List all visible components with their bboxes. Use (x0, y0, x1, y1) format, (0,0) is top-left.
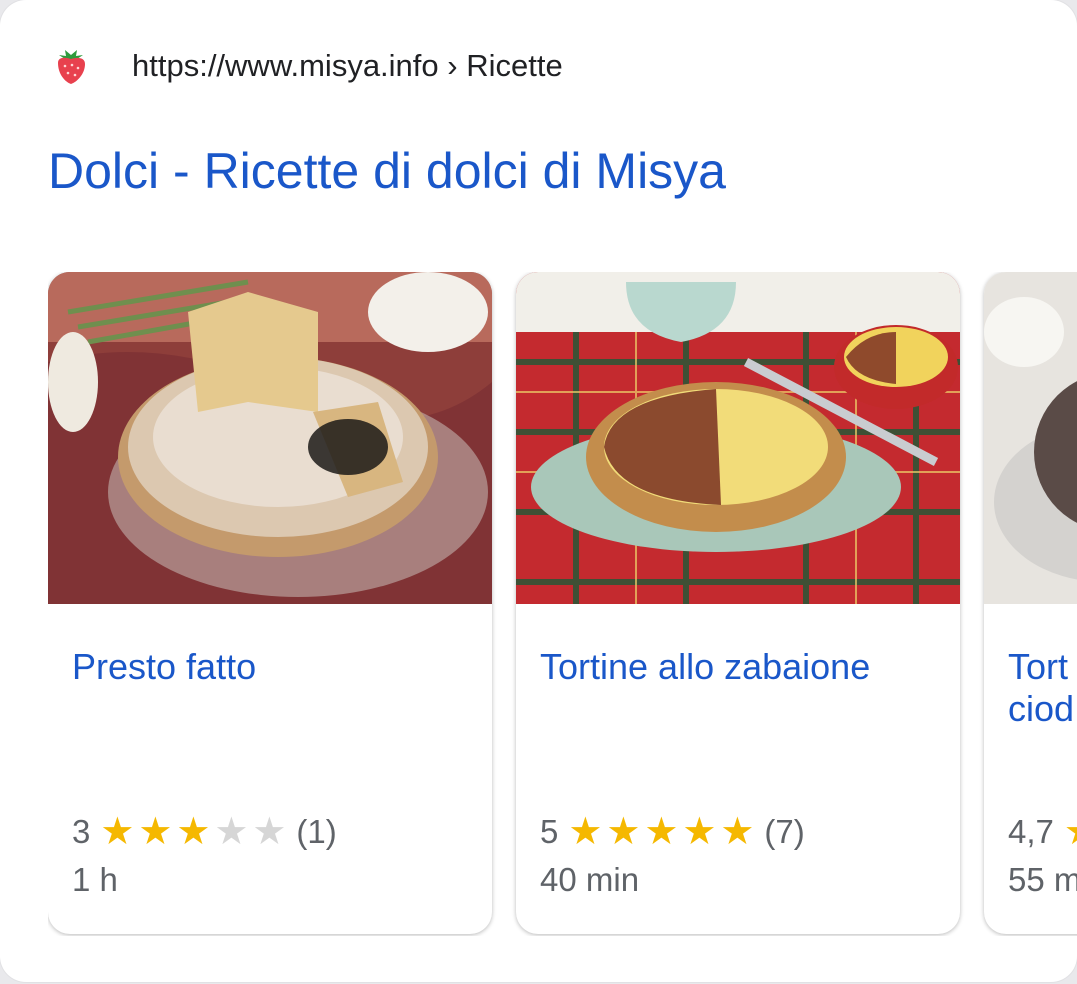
recipe-name[interactable]: Tort ciod (1008, 646, 1077, 730)
search-result-card: https://www.misya.info › Ricette Dolci -… (0, 0, 1077, 982)
star-icon: ★ (176, 811, 211, 853)
rating-value: 4,7 (1008, 813, 1054, 850)
star-icon: ★ (682, 811, 717, 853)
star-rating: ★ ★ ★ ★ ★ (98, 812, 288, 852)
star-rating: ★ ★ ★ ★ ★ (566, 812, 756, 852)
star-icon: ★ (1062, 812, 1077, 852)
review-count: (1) (296, 813, 337, 850)
star-icon: ★ (644, 811, 679, 853)
strawberry-icon (58, 50, 85, 84)
rating-value: 3 (72, 813, 91, 850)
result-title-link[interactable]: Dolci - Ricette di dolci di Misya (48, 142, 726, 200)
zabaione-tart-photo (516, 272, 960, 604)
recipe-name[interactable]: Tortine allo zabaione (540, 646, 940, 688)
rating-value: 5 (540, 813, 559, 850)
star-empty-icon: ★ (252, 811, 287, 853)
result-source[interactable]: https://www.misya.info › Ricette (52, 44, 563, 88)
recipe-rating: 5 ★ ★ ★ ★ ★ (7) (540, 812, 805, 852)
star-rating: ★ (1062, 812, 1077, 852)
recipe-name[interactable]: Presto fatto (72, 646, 472, 688)
star-icon: ★ (606, 811, 641, 853)
star-icon: ★ (720, 811, 755, 853)
recipe-card[interactable]: Tortciod 4,7 ★ 55 m (984, 272, 1077, 934)
recipe-card[interactable]: Presto fatto 3 ★ ★ ★ ★ ★ (1) 1 h (48, 272, 492, 934)
star-icon: ★ (100, 811, 135, 853)
recipe-carousel[interactable]: Presto fatto 3 ★ ★ ★ ★ ★ (1) 1 h Tortine… (48, 272, 1077, 936)
review-count: (7) (764, 813, 805, 850)
cook-time: 40 min (540, 861, 640, 898)
star-icon: ★ (568, 811, 603, 853)
recipe-card[interactable]: Tortine allo zabaione 5 ★ ★ ★ ★ ★ (7) 40… (516, 272, 960, 934)
star-icon: ★ (138, 811, 173, 853)
chocolate-cake-photo (984, 272, 1077, 604)
cook-time: 1 h (72, 861, 118, 898)
recipe-rating: 4,7 ★ (1008, 812, 1077, 852)
recipe-rating: 3 ★ ★ ★ ★ ★ (1) (72, 812, 337, 852)
star-empty-icon: ★ (214, 811, 249, 853)
result-url[interactable]: https://www.misya.info › Ricette (132, 48, 563, 84)
ciambella-cake-photo (48, 272, 492, 604)
cook-time: 55 m (1008, 861, 1077, 898)
